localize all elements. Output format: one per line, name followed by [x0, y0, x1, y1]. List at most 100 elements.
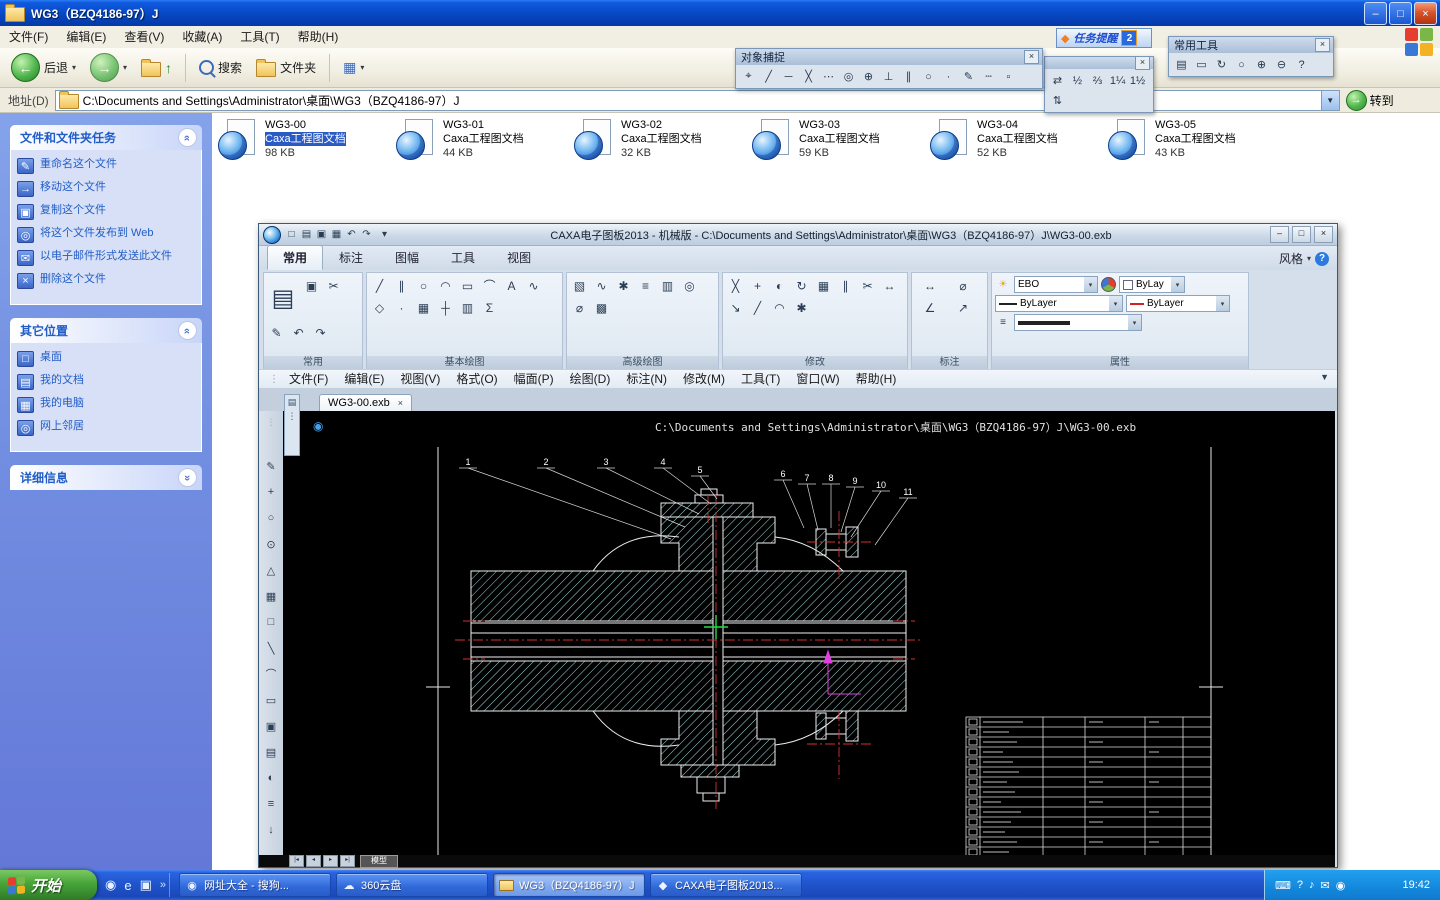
keyboard-tray-icon[interactable]: ⌨ [1275, 879, 1291, 892]
snap-extension-icon[interactable]: ┄ [979, 67, 998, 86]
help-shield-icon[interactable]: ? [1292, 55, 1311, 74]
details-header[interactable]: 详细信息 » [10, 465, 202, 490]
sidebar-item[interactable]: ▣复制这个文件 [17, 204, 195, 220]
rect-tool-icon[interactable]: □ [261, 612, 281, 632]
line-icon[interactable]: ╱ [369, 275, 390, 296]
hatch-icon[interactable]: ▦ [413, 297, 434, 318]
snap-endpoint-icon[interactable]: ╱ [759, 67, 778, 86]
download-tool-icon[interactable]: ↓ [261, 820, 281, 840]
zoom-icon[interactable]: ○ [1232, 55, 1251, 74]
start-button[interactable]: 开始 [0, 870, 97, 900]
file-item[interactable]: WG3-00Caxa工程图文档98 KB [218, 118, 396, 160]
block-icon[interactable]: ▥ [657, 275, 678, 296]
center-circle-icon[interactable]: ⊙ [261, 534, 281, 554]
ribbon-tab-4[interactable]: 工具 [435, 245, 491, 270]
go-button[interactable]: → 转到 [1346, 90, 1394, 111]
ruler-icon[interactable]: ▭ [1192, 55, 1211, 74]
copy-icon[interactable]: ▣ [301, 275, 322, 296]
caxa-close-button[interactable]: × [1314, 226, 1333, 243]
dim-one-half-icon[interactable]: 1½ [1128, 71, 1147, 90]
fillet-icon[interactable]: ◠ [769, 297, 790, 318]
parallel-line-icon[interactable]: ∥ [391, 275, 412, 296]
diameter-dim-icon[interactable]: ⌀ [947, 275, 979, 296]
style-label[interactable]: 风格 [1279, 250, 1303, 267]
caxa-menu-item-5[interactable]: 幅面(P) [506, 369, 562, 389]
break-icon[interactable]: ╱ [747, 297, 768, 318]
sidebar-item[interactable]: ◎网上邻居 [17, 420, 195, 436]
other-places-header[interactable]: 其它位置 » [10, 318, 202, 343]
explorer-menu-item-4[interactable]: 收藏(A) [173, 26, 231, 48]
back-dropdown-icon[interactable]: ▾ [72, 63, 76, 72]
wave-line-icon[interactable]: ∿ [591, 275, 612, 296]
print-icon[interactable]: ▦ [329, 229, 344, 240]
offset-icon[interactable]: ∥ [835, 275, 856, 296]
sidebar-item[interactable]: →移动这个文件 [17, 181, 195, 197]
search-button[interactable]: 搜索 [194, 57, 247, 78]
symbol-icon[interactable]: ◎ [679, 275, 700, 296]
mirror-icon[interactable]: ◐ [769, 275, 790, 296]
caxa-app-icon[interactable] [263, 226, 281, 244]
color-wheel-icon[interactable] [1101, 277, 1116, 292]
collapse-chevron-icon[interactable]: » [178, 128, 197, 147]
ribbon-tab-5[interactable]: 视图 [491, 245, 547, 270]
save-icon[interactable]: ▣ [314, 229, 329, 240]
sidebar-item[interactable]: ✉以电子邮件形式发送此文件 [17, 250, 195, 266]
explorer-menu-item-3[interactable]: 查看(V) [115, 26, 173, 48]
caxa-menu-item-2[interactable]: 编辑(E) [336, 369, 392, 389]
file-item[interactable]: WG3-01Caxa工程图文档44 KB [396, 118, 574, 160]
task-reminder-popup[interactable]: ◆ 任务提醒 2 [1056, 28, 1152, 48]
linewidth-combo[interactable]: ▾ [1014, 314, 1142, 331]
paste-tool-icon[interactable]: ▤ [261, 742, 281, 762]
caxa-menu-item-10[interactable]: 窗口(W) [788, 369, 847, 389]
rectangle-tool-icon[interactable]: ▭ [261, 690, 281, 710]
sidebar-item[interactable]: □桌面 [17, 351, 195, 367]
model-tab[interactable]: 模型 [360, 855, 398, 868]
dock-handle[interactable]: ⋮ [267, 417, 276, 428]
arc-icon[interactable]: ◠ [435, 275, 456, 296]
ellipse-icon[interactable]: ◇ [369, 297, 390, 318]
caxa-minimize-button[interactable]: – [1270, 226, 1289, 243]
taskbtn-360cloud[interactable]: ☁360云盘 [336, 873, 488, 897]
color-combo[interactable]: ByLayer▾ [1126, 295, 1230, 312]
network-tray-icon[interactable]: ◉ [1336, 879, 1346, 892]
next-tab-button[interactable]: ▸ [323, 855, 338, 867]
dim-one-quarter-icon[interactable]: 1¼ [1108, 71, 1127, 90]
rotate-icon[interactable]: ↻ [791, 275, 812, 296]
ribbon-tab-2[interactable]: 标注 [323, 245, 379, 270]
new-doc-icon[interactable]: ▤ [1172, 55, 1191, 74]
drawing-canvas[interactable]: 1234567891011 ◉ C:\Documents and Setting… [283, 411, 1335, 855]
quickbar-dropdown-icon[interactable]: ▾ [377, 229, 392, 240]
array-icon[interactable]: ▦ [813, 275, 834, 296]
taskbtn-sogou[interactable]: ◉网址大全 - 搜狗... [179, 873, 331, 897]
ie-quicklaunch-icon[interactable]: e [124, 878, 131, 893]
caxa-restore-button[interactable]: □ [1292, 226, 1311, 243]
spline-icon[interactable]: ∿ [523, 275, 544, 296]
sogou-quicklaunch-icon[interactable]: ◉ [105, 877, 116, 893]
sidebar-item[interactable]: ▤我的文档 [17, 374, 195, 390]
snap-free-icon[interactable]: ⌖ [739, 67, 758, 86]
caxa-menu-item-6[interactable]: 绘图(D) [562, 369, 619, 389]
canvas-home-icon[interactable]: ◉ [313, 419, 323, 433]
layers-tool-icon[interactable]: ≡ [261, 794, 281, 814]
ribbon-tab-3[interactable]: 图幅 [379, 245, 435, 270]
rectangle-icon[interactable]: ▭ [457, 275, 478, 296]
snap-center-icon[interactable]: ◎ [839, 67, 858, 86]
document-tab-close-icon[interactable]: × [398, 398, 403, 408]
ribbon-tab-1[interactable]: 常用 [267, 245, 323, 270]
new-icon[interactable]: □ [284, 229, 299, 240]
zoom-out-icon[interactable]: ⊖ [1272, 55, 1291, 74]
file-tasks-header[interactable]: 文件和文件夹任务 » [10, 125, 202, 150]
collapse-chevron-icon[interactable]: » [178, 321, 197, 340]
explorer-restore-button[interactable]: □ [1389, 2, 1412, 25]
caxa-menu-item-7[interactable]: 标注(N) [618, 369, 675, 389]
fill-combo[interactable]: ByLay▾ [1119, 276, 1185, 293]
trim-icon[interactable]: ✂ [857, 275, 878, 296]
move-icon[interactable]: + [747, 275, 768, 296]
folders-button[interactable]: 文件夹 [251, 57, 321, 79]
snap-node-icon[interactable]: · [939, 67, 958, 86]
pattern-icon[interactable]: ▩ [591, 297, 612, 318]
explorer-menu-item-1[interactable]: 文件(F) [0, 26, 57, 48]
menubar-overflow-icon[interactable]: ▼ [1320, 372, 1329, 382]
views-dropdown-icon[interactable]: ▾ [360, 63, 364, 72]
dim-half-icon[interactable]: ½ [1068, 71, 1087, 90]
